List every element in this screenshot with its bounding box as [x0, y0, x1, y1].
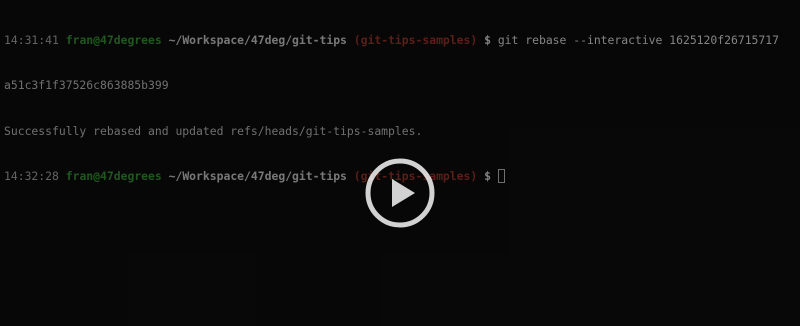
prompt-symbol: $	[484, 168, 491, 183]
terminal-window[interactable]: 14:31:41 fran@47degrees ~/Workspace/47de…	[0, 0, 800, 326]
prompt-branch: (git-tips-samples)	[353, 33, 478, 47]
terminal-output-line: a51c3f1f37526c863885b399	[4, 78, 169, 93]
prompt-path: ~/Workspace/47deg/git-tips	[168, 168, 347, 183]
command-text: git rebase --interactive 1625120f2671571…	[497, 33, 779, 47]
prompt-user: fran@47degrees	[65, 168, 162, 183]
text-cursor	[497, 168, 505, 183]
play-icon	[365, 158, 435, 228]
play-button[interactable]	[365, 128, 435, 228]
prompt-path: ~/Workspace/47deg/git-tips	[168, 33, 347, 47]
prompt-time: 14:31:41	[4, 33, 59, 47]
prompt-time: 14:32:28	[4, 168, 59, 183]
prompt-symbol: $	[484, 33, 491, 47]
terminal-prompt-line: 14:31:41 fran@47degrees ~/Workspace/47de…	[4, 33, 796, 48]
prompt-user: fran@47degrees	[65, 33, 162, 47]
